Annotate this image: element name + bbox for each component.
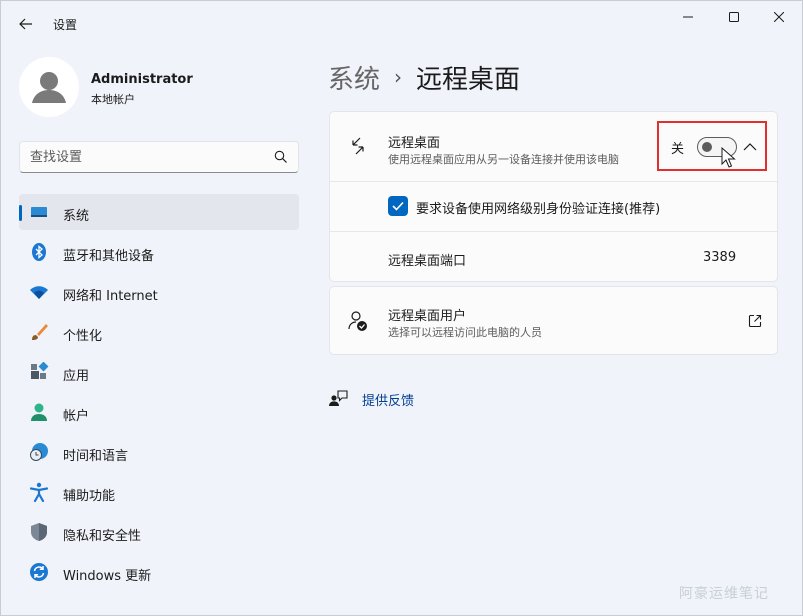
- breadcrumb-separator: ›: [394, 65, 403, 89]
- sidebar-item-privacy[interactable]: 隐私和安全性: [19, 514, 299, 550]
- account-type: 本地帐户: [91, 93, 135, 106]
- search-icon[interactable]: [274, 150, 288, 164]
- sidebar-item-accounts[interactable]: 帐户: [19, 394, 299, 430]
- remote-desktop-icon: [352, 137, 364, 155]
- sidebar-item-label: 蓝牙和其他设备: [63, 249, 155, 264]
- nla-checkbox[interactable]: [388, 196, 408, 216]
- toggle-knob: [702, 142, 712, 152]
- sidebar-item-network[interactable]: 网络和 Internet: [19, 274, 299, 310]
- remote-desktop-header[interactable]: 远程桌面 使用远程桌面应用从另一设备连接并使用该电脑 关: [330, 112, 777, 182]
- maximize-button[interactable]: [711, 1, 757, 33]
- sidebar-item-time-language[interactable]: 时间和语言: [19, 434, 299, 470]
- sidebar-item-label: 帐户: [63, 409, 90, 424]
- sidebar-nav: 系统 蓝牙和其他设备 网络和 Internet 个性化 应用 帐户 时间和语言 …: [19, 194, 299, 594]
- user-profile[interactable]: Administrator 本地帐户: [19, 57, 299, 119]
- remote-desktop-card: 远程桌面 使用远程桌面应用从另一设备连接并使用该电脑 关 要求设备使用网络级别身…: [329, 111, 778, 282]
- sidebar-item-label: 应用: [63, 369, 90, 384]
- globe-clock-icon: [30, 443, 48, 461]
- feedback-label: 提供反馈: [362, 393, 415, 409]
- sidebar-item-windows-update[interactable]: Windows 更新: [19, 554, 299, 590]
- sidebar-item-label: Windows 更新: [63, 569, 152, 584]
- account-icon: [31, 403, 47, 421]
- sidebar-item-label: 系统: [63, 209, 90, 224]
- nla-row: 要求设备使用网络级别身份验证连接(推荐): [330, 182, 777, 232]
- sidebar-item-label: 时间和语言: [63, 449, 129, 464]
- minimize-icon: [683, 16, 693, 18]
- back-arrow-icon: [19, 18, 32, 30]
- mouse-cursor-icon: [721, 147, 736, 168]
- settings-window: 设置 Administrator 本地帐户 查找设置 系统 蓝牙和其他设备 网络…: [0, 0, 803, 616]
- port-row: 远程桌面端口 3389: [330, 232, 777, 282]
- chevron-up-icon[interactable]: [741, 138, 759, 156]
- user-silhouette-icon: [32, 72, 66, 103]
- brush-icon: [32, 324, 48, 340]
- rd-users-title: 远程桌面用户: [388, 309, 467, 324]
- bluetooth-icon: [32, 243, 46, 261]
- accessibility-icon: [29, 482, 49, 502]
- sidebar-item-bluetooth[interactable]: 蓝牙和其他设备: [19, 234, 299, 270]
- shield-icon: [31, 523, 47, 541]
- port-value: 3389: [703, 250, 737, 265]
- remote-desktop-users-card[interactable]: 远程桌面用户 选择可以远程访问此电脑的人员: [329, 286, 778, 355]
- wifi-icon: [30, 286, 48, 299]
- close-button[interactable]: [756, 1, 802, 33]
- page-title: 远程桌面: [416, 64, 521, 95]
- rd-users-description: 选择可以远程访问此电脑的人员: [388, 326, 542, 339]
- remote-desktop-title: 远程桌面: [388, 136, 441, 151]
- sidebar-item-personalization[interactable]: 个性化: [19, 314, 299, 350]
- title-bar: 设置: [1, 1, 802, 47]
- breadcrumb: 系统 › 远程桌面: [328, 57, 520, 97]
- breadcrumb-parent[interactable]: 系统: [328, 59, 380, 96]
- checkmark-icon: [392, 201, 404, 211]
- user-name: Administrator: [91, 72, 193, 87]
- system-display-icon: [31, 207, 47, 217]
- nla-label[interactable]: 要求设备使用网络级别身份验证连接(推荐): [416, 198, 660, 217]
- search-box[interactable]: [19, 141, 299, 173]
- sidebar-item-accessibility[interactable]: 辅助功能: [19, 474, 299, 510]
- back-button[interactable]: [11, 10, 41, 38]
- close-icon: [774, 12, 784, 22]
- sidebar-item-label: 辅助功能: [63, 489, 116, 504]
- app-title: 设置: [53, 18, 78, 32]
- feedback-link[interactable]: 提供反馈: [328, 387, 414, 411]
- search-input[interactable]: [20, 142, 260, 172]
- apps-icon: [31, 362, 49, 379]
- sidebar-item-system[interactable]: 系统: [19, 194, 299, 230]
- maximize-icon: [729, 12, 739, 22]
- external-link-icon: [748, 314, 762, 328]
- user-check-icon: [348, 311, 367, 331]
- toggle-state-label: 关: [671, 142, 685, 157]
- sidebar-item-label: 网络和 Internet: [63, 289, 158, 304]
- sidebar-item-apps[interactable]: 应用: [19, 354, 299, 390]
- port-label: 远程桌面端口: [388, 254, 467, 269]
- feedback-icon: [329, 390, 348, 406]
- avatar: [19, 57, 79, 117]
- active-indicator: [19, 205, 22, 221]
- minimize-button[interactable]: [665, 1, 711, 33]
- sidebar-item-label: 个性化: [63, 329, 103, 344]
- update-icon: [30, 563, 48, 581]
- remote-desktop-description: 使用远程桌面应用从另一设备连接并使用该电脑: [388, 153, 619, 166]
- sidebar-item-label: 隐私和安全性: [63, 529, 142, 544]
- watermark: 阿豪运维笔记: [679, 586, 769, 602]
